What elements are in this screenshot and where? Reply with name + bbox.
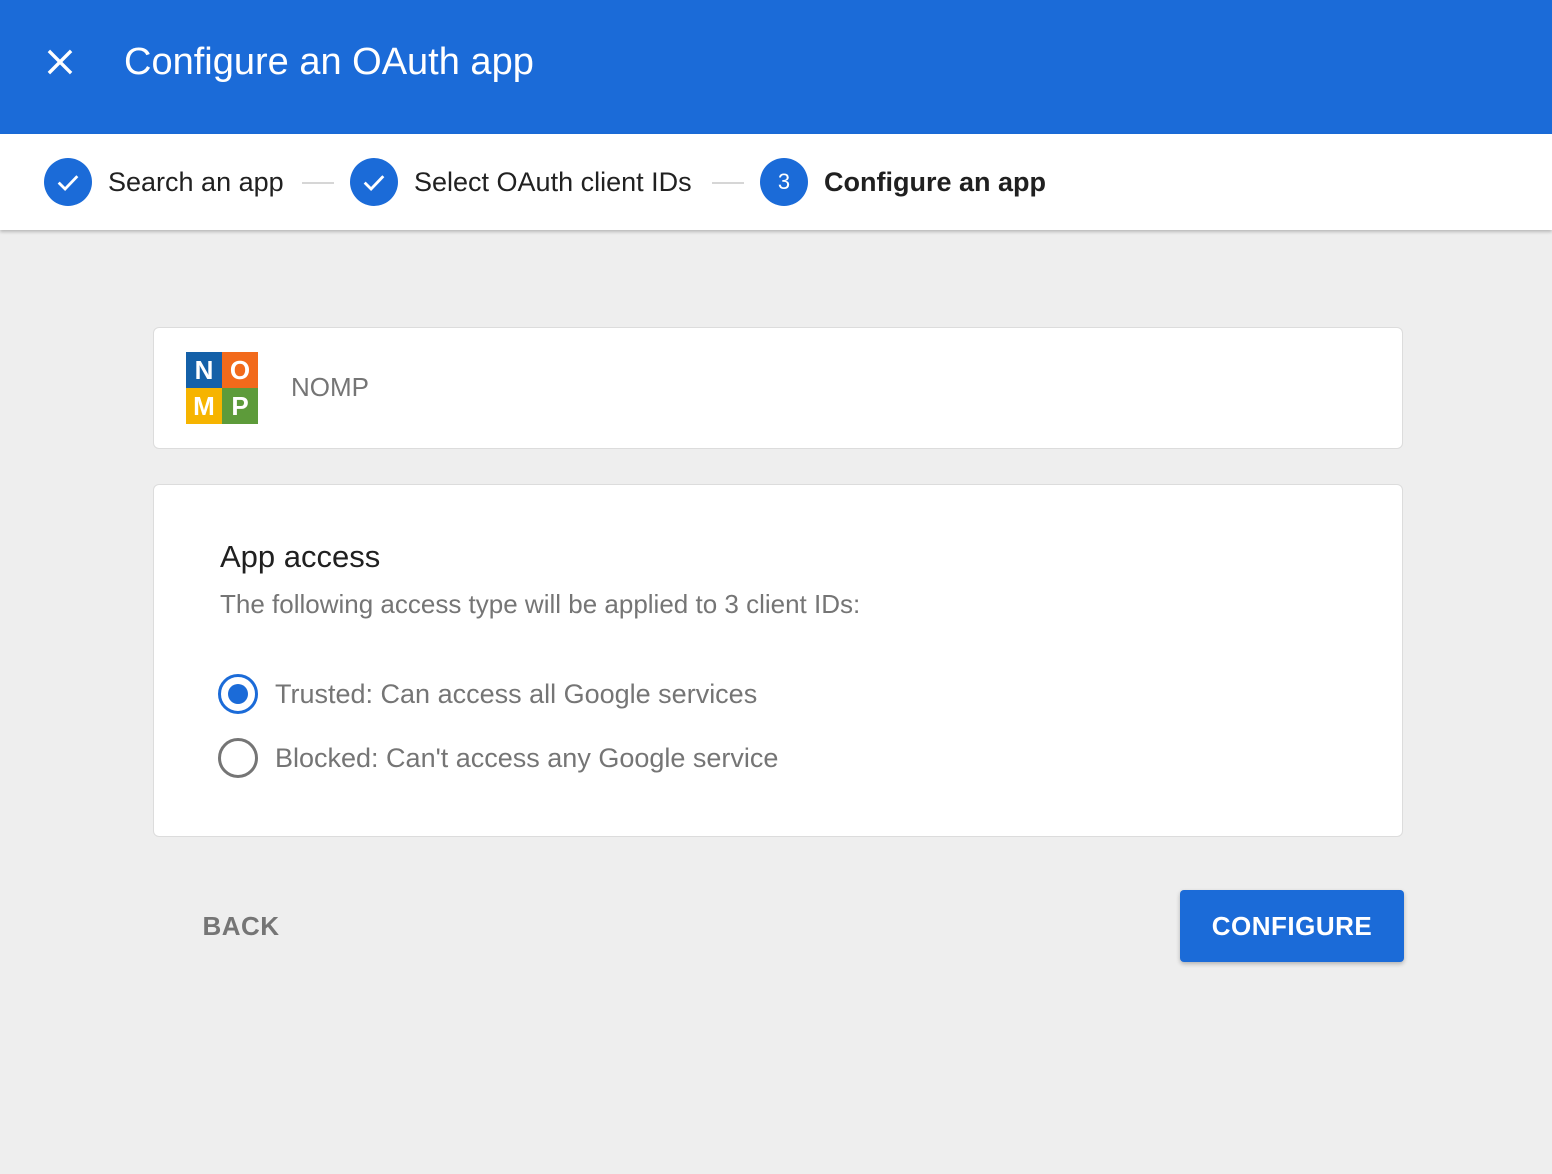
configure-button[interactable]: CONFIGURE — [1180, 890, 1404, 962]
app-name: NOMP — [291, 372, 369, 402]
close-button[interactable] — [36, 38, 84, 86]
step-label: Search an app — [108, 166, 284, 197]
step-label-active: Configure an app — [824, 166, 1046, 197]
step-select-client-ids[interactable]: Select OAuth client IDs — [350, 158, 692, 206]
check-icon — [363, 175, 385, 192]
radio-button-checked[interactable] — [218, 674, 258, 714]
logo-tile: P — [222, 388, 258, 424]
step-configure-app: 3 Configure an app — [760, 158, 1046, 206]
logo-tile: M — [186, 388, 222, 424]
step-completed-circle — [350, 158, 398, 206]
check-icon — [57, 175, 79, 192]
step-label: Select OAuth client IDs — [414, 166, 692, 197]
step-completed-circle — [44, 158, 92, 206]
section-description: The following access type will be applie… — [220, 589, 861, 619]
step-connector — [302, 182, 334, 184]
app-card: N O M P NOMP — [153, 327, 1403, 449]
app-access-card: App access The following access type wil… — [153, 484, 1403, 837]
step-search-app[interactable]: Search an app — [44, 158, 284, 206]
top-app-bar: Configure an OAuth app — [0, 0, 1552, 134]
step-number-circle: 3 — [760, 158, 808, 206]
close-icon — [47, 49, 73, 75]
section-title: App access — [220, 539, 381, 574]
app-logo: N O M P — [186, 352, 258, 424]
step-connector — [712, 182, 744, 184]
back-button[interactable]: BACK — [190, 896, 292, 956]
radio-option-trusted[interactable]: Trusted: Can access all Google services — [218, 672, 757, 716]
radio-label: Blocked: Can't access any Google service — [275, 742, 779, 773]
logo-tile: N — [186, 352, 222, 388]
radio-button[interactable] — [218, 738, 258, 778]
page-title: Configure an OAuth app — [124, 41, 534, 83]
radio-option-blocked[interactable]: Blocked: Can't access any Google service — [218, 736, 778, 780]
logo-tile: O — [222, 352, 258, 388]
radio-label: Trusted: Can access all Google services — [275, 678, 758, 709]
stepper: Search an app Select OAuth client IDs 3 … — [0, 134, 1552, 230]
